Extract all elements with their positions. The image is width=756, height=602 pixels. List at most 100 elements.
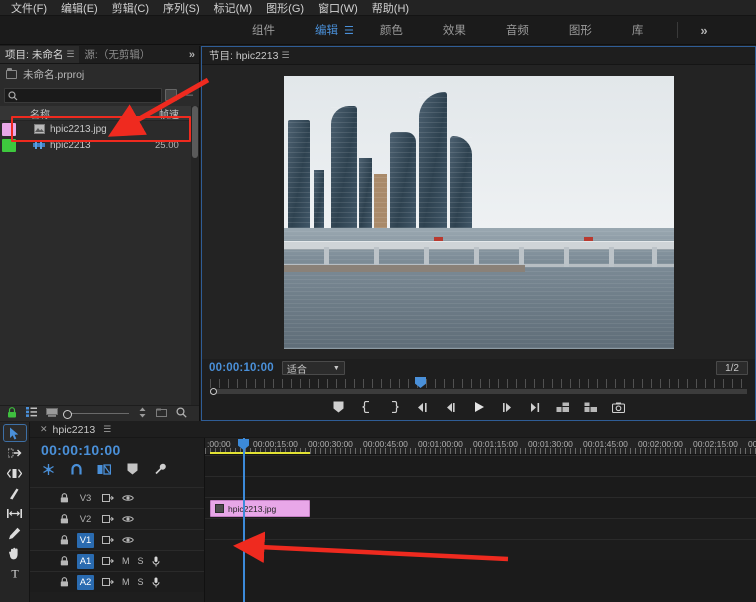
solo-button[interactable]: S bbox=[138, 577, 144, 587]
project-scrollbar-thumb[interactable] bbox=[192, 106, 198, 158]
monitor-tab-label[interactable]: 节目: hpic2213 bbox=[209, 48, 278, 63]
track-target-a2[interactable]: A2 bbox=[77, 575, 94, 590]
track-header-v1[interactable]: V1 bbox=[30, 529, 204, 550]
track-lane-v2[interactable] bbox=[205, 476, 756, 497]
menu-clip[interactable]: 剪辑(C) bbox=[105, 0, 156, 16]
lock-icon[interactable] bbox=[60, 535, 69, 545]
mark-out-icon[interactable] bbox=[387, 400, 402, 414]
track-target-a1[interactable]: A1 bbox=[77, 554, 94, 569]
pen-tool[interactable] bbox=[4, 525, 26, 541]
track-header-v2[interactable]: V2 bbox=[30, 508, 204, 529]
settings-wrench-icon[interactable] bbox=[153, 462, 167, 476]
timeline-ruler[interactable]: :00:00 00:00:15:00 00:00:30:00 00:00:45:… bbox=[205, 438, 756, 455]
tab-project[interactable]: 项目: 未命名 ☰ bbox=[0, 46, 79, 63]
lock-icon[interactable] bbox=[60, 493, 69, 503]
timeline-timecode[interactable]: 00:00:10:00 bbox=[30, 438, 204, 460]
sync-lock-icon[interactable] bbox=[102, 577, 114, 587]
monitor-timecode[interactable]: 00:00:10:00 bbox=[209, 362, 274, 374]
nest-icon[interactable] bbox=[41, 462, 55, 476]
list-item[interactable]: hpic2213.jpg bbox=[0, 121, 199, 137]
microphone-icon[interactable] bbox=[152, 556, 160, 567]
panel-menu-icon[interactable]: ☰ bbox=[66, 49, 74, 60]
microphone-icon[interactable] bbox=[152, 577, 160, 588]
monitor-scrub-bar[interactable] bbox=[202, 377, 755, 394]
find-icon[interactable] bbox=[176, 407, 187, 421]
monitor-panel-menu-icon[interactable]: ☰ bbox=[281, 50, 289, 61]
track-select-forward-tool[interactable] bbox=[4, 445, 26, 461]
go-to-out-icon[interactable] bbox=[527, 400, 542, 414]
mute-button[interactable]: M bbox=[122, 556, 130, 566]
workspace-tab-effects[interactable]: 效果 bbox=[423, 16, 486, 44]
workspace-tab-audio[interactable]: 音频 bbox=[486, 16, 549, 44]
playback-resolution-select[interactable]: 1/2 bbox=[716, 361, 748, 375]
list-item[interactable]: hpic2213 25.00 bbox=[0, 137, 199, 153]
eye-icon[interactable] bbox=[122, 494, 134, 502]
column-header-name[interactable]: 名称 bbox=[0, 106, 159, 121]
lock-icon[interactable] bbox=[60, 577, 69, 587]
tab-source[interactable]: 源:（无剪辑） bbox=[79, 46, 155, 63]
mark-in-icon[interactable] bbox=[359, 400, 374, 414]
workspace-tab-assembly[interactable]: 组件 bbox=[232, 16, 295, 44]
menu-help[interactable]: 帮助(H) bbox=[365, 0, 416, 16]
track-header-a1[interactable]: A1 M S bbox=[30, 550, 204, 571]
workspace-tab-color[interactable]: 颜色 bbox=[360, 16, 423, 44]
selection-tool[interactable] bbox=[4, 425, 26, 441]
eye-icon[interactable] bbox=[122, 536, 134, 544]
timeline-tracks-area[interactable]: :00:00 00:00:15:00 00:00:30:00 00:00:45:… bbox=[205, 438, 756, 602]
track-lane-v1[interactable]: hpic2213.jpg bbox=[205, 497, 756, 518]
monitor-zoom-handle[interactable] bbox=[210, 388, 217, 395]
menu-edit[interactable]: 编辑(E) bbox=[54, 0, 105, 16]
sync-lock-icon[interactable] bbox=[102, 514, 114, 524]
new-bin-icon[interactable] bbox=[156, 408, 167, 420]
sync-lock-icon[interactable] bbox=[102, 535, 114, 545]
work-area-bar[interactable] bbox=[210, 452, 310, 454]
project-scrollbar[interactable] bbox=[191, 106, 199, 405]
snap-icon[interactable] bbox=[69, 462, 83, 476]
workspace-overflow-icon[interactable]: » bbox=[692, 23, 715, 38]
menu-window[interactable]: 窗口(W) bbox=[311, 0, 365, 16]
mute-button[interactable]: M bbox=[122, 577, 130, 587]
search-input[interactable] bbox=[4, 88, 162, 103]
track-target-v3[interactable]: V3 bbox=[77, 491, 94, 506]
timeline-tab-label[interactable]: hpic2213 bbox=[53, 424, 96, 436]
monitor-zoom-bar[interactable] bbox=[210, 389, 747, 394]
razor-tool[interactable] bbox=[4, 485, 26, 501]
hand-tool[interactable] bbox=[4, 545, 26, 561]
icon-view-icon[interactable] bbox=[46, 408, 58, 420]
timeline-panel-menu-icon[interactable]: ☰ bbox=[103, 424, 111, 435]
export-frame-icon[interactable] bbox=[611, 400, 626, 414]
close-icon[interactable]: ✕ bbox=[40, 424, 48, 435]
timeline-clip[interactable]: hpic2213.jpg bbox=[210, 500, 310, 517]
menu-file[interactable]: 文件(F) bbox=[4, 0, 54, 16]
linked-selection-icon[interactable] bbox=[97, 462, 111, 476]
workspace-menu-icon[interactable]: ☰ bbox=[344, 16, 354, 44]
step-forward-icon[interactable] bbox=[499, 400, 514, 414]
solo-button[interactable]: S bbox=[138, 556, 144, 566]
project-tab-overflow-icon[interactable]: » bbox=[189, 49, 195, 61]
marker-icon[interactable] bbox=[125, 462, 139, 476]
step-back-icon[interactable] bbox=[443, 400, 458, 414]
lift-icon[interactable] bbox=[555, 400, 570, 414]
menu-sequence[interactable]: 序列(S) bbox=[156, 0, 207, 16]
play-icon[interactable] bbox=[471, 400, 486, 414]
eye-icon[interactable] bbox=[122, 515, 134, 523]
marker-icon[interactable] bbox=[331, 400, 346, 414]
slip-tool[interactable] bbox=[4, 505, 26, 521]
thumbnail-zoom-slider[interactable] bbox=[67, 413, 129, 414]
extract-icon[interactable] bbox=[583, 400, 598, 414]
go-to-in-icon[interactable] bbox=[415, 400, 430, 414]
filter-bin-icon[interactable] bbox=[165, 89, 177, 101]
collapse-icon[interactable]: — bbox=[180, 89, 195, 101]
ripple-edit-tool[interactable] bbox=[4, 465, 26, 481]
track-lane-v3[interactable] bbox=[205, 455, 756, 476]
list-view-icon[interactable] bbox=[26, 407, 37, 420]
sync-lock-icon[interactable] bbox=[102, 493, 114, 503]
workspace-tab-graphics[interactable]: 图形 bbox=[549, 16, 612, 44]
lock-icon[interactable] bbox=[60, 556, 69, 566]
lock-icon[interactable] bbox=[60, 514, 69, 524]
track-lane-a1[interactable] bbox=[205, 518, 756, 539]
track-target-v2[interactable]: V2 bbox=[77, 512, 94, 527]
track-header-a2[interactable]: A2 M S bbox=[30, 571, 204, 592]
workspace-tab-libraries[interactable]: 库 bbox=[612, 16, 664, 44]
sync-lock-icon[interactable] bbox=[102, 556, 114, 566]
